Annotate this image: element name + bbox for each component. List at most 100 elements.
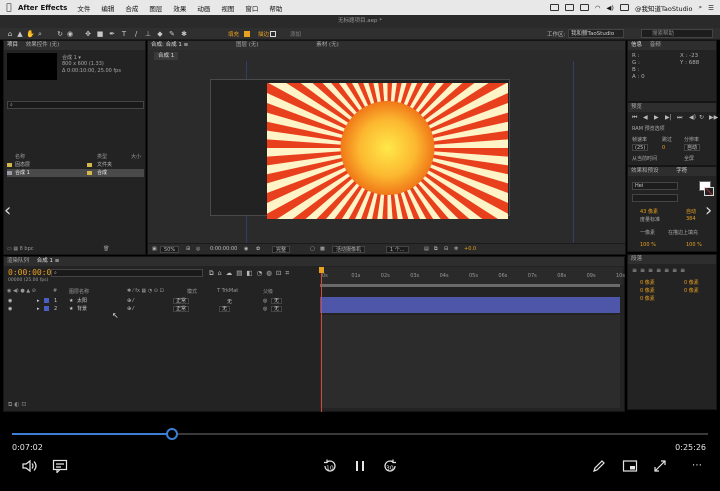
pickwhip-icon[interactable]: ◎ — [263, 305, 267, 313]
tab-footage[interactable]: 素材 (无) — [316, 41, 339, 50]
label-color[interactable] — [44, 306, 49, 311]
camera-dropdown[interactable]: 活动摄像机 — [332, 246, 366, 253]
tab-render-queue[interactable]: 渲染队列 — [7, 257, 29, 266]
fullscreen-checkbox[interactable]: 全屏 — [684, 155, 694, 162]
layer-duration-bar[interactable] — [320, 305, 620, 313]
indent-first[interactable]: 0 像素 — [684, 287, 699, 294]
font-dropdown[interactable]: Hei — [632, 182, 678, 190]
menu-composition[interactable]: 合成 — [125, 3, 138, 13]
search-help-input[interactable]: 搜索帮助 — [641, 29, 713, 38]
audio-icon[interactable]: ◀) — [689, 114, 696, 121]
bpc-label[interactable]: 8 bpc — [20, 246, 34, 252]
sunburst-image[interactable] — [267, 83, 508, 219]
menu-animation[interactable]: 动画 — [197, 3, 210, 13]
font-size[interactable]: 43 像素 — [640, 208, 658, 215]
rotate-tool-icon[interactable]: ↻ — [56, 30, 64, 38]
apple-menu-icon[interactable]:  — [0, 3, 18, 13]
home-icon[interactable]: ⌂ — [6, 30, 14, 38]
layer-name[interactable]: 背景 — [77, 305, 87, 313]
roto-tool-icon[interactable]: ✎ — [168, 30, 176, 38]
hand-tool-icon[interactable]: ✋ — [26, 30, 35, 38]
current-time[interactable]: 0:00:00:00 — [8, 268, 56, 277]
battery-icon[interactable] — [619, 4, 629, 11]
pause-icon[interactable] — [353, 459, 367, 473]
current-time-indicator[interactable] — [321, 269, 322, 412]
prev-frame-icon[interactable]: ◀ — [643, 114, 648, 121]
ram-preview-icon[interactable]: ▶▶ — [709, 114, 718, 121]
tab-composition[interactable]: 合成: 合成 1 ≡ — [151, 41, 188, 50]
flowchart-icon[interactable]: ⧉ — [434, 246, 438, 252]
timecode-display[interactable]: 0:00:00:00 — [210, 246, 237, 252]
list-item[interactable]: 固态层 文件夹 — [7, 161, 144, 169]
menu-file[interactable]: 文件 — [77, 3, 90, 13]
parent-dropdown[interactable]: 无 — [271, 298, 283, 304]
color-channel-icon[interactable]: ✿ — [256, 246, 260, 252]
menu-window[interactable]: 窗口 — [245, 3, 258, 13]
fast-preview-icon[interactable]: ✻ — [454, 246, 458, 252]
tab-layer[interactable]: 图层 (无) — [236, 41, 259, 50]
layer-search-input[interactable]: ⌕ — [51, 269, 203, 277]
expand-arrow-icon[interactable]: ▸ — [37, 297, 40, 305]
work-area-bar[interactable] — [320, 284, 620, 287]
col-size[interactable]: 大小 — [131, 153, 141, 160]
space-before[interactable]: 0 像素 — [640, 287, 655, 294]
skip-forward-icon[interactable]: 30 — [382, 459, 398, 473]
menu-view[interactable]: 视图 — [221, 3, 234, 13]
new-comp-icon[interactable]: ▦ — [13, 246, 18, 252]
transparency-grid-icon[interactable]: ▩ — [320, 246, 325, 252]
trash-icon[interactable]: 🗑 — [103, 246, 109, 252]
leading[interactable]: 自动 — [686, 208, 696, 215]
fill-label[interactable]: 填充 — [228, 30, 239, 38]
tracking[interactable]: 384 — [686, 216, 696, 222]
menu-effect[interactable]: 效果 — [173, 3, 186, 13]
volume-icon[interactable]: ◀) — [606, 4, 614, 12]
eraser-tool-icon[interactable]: ◆ — [156, 30, 164, 38]
pickwhip-icon[interactable]: ◎ — [263, 297, 267, 305]
label-swatch[interactable] — [87, 171, 92, 175]
fullscreen-icon[interactable] — [653, 459, 667, 473]
stroke-type[interactable]: 在描边上填充 — [668, 229, 698, 236]
picture-in-picture-icon[interactable] — [622, 459, 638, 473]
stroke-swatch[interactable] — [270, 31, 276, 37]
trkmat-dropdown[interactable]: 无 — [227, 298, 232, 305]
tab-effect-controls[interactable]: 效果控件 (无) — [26, 41, 60, 50]
visibility-icon[interactable]: ◉ — [8, 305, 12, 313]
col-type[interactable]: 类型 — [97, 153, 107, 160]
expand-arrow-icon[interactable]: ▸ — [37, 305, 40, 313]
space-after[interactable]: 0 像素 — [640, 295, 655, 302]
ram-options-label[interactable]: RAM 预览选项 — [632, 125, 665, 132]
camera-tool-icon[interactable]: ◉ — [66, 30, 74, 38]
shape-tool-icon[interactable]: ■ — [96, 30, 104, 38]
last-frame-icon[interactable]: ⏭ — [677, 114, 682, 122]
stroke-label[interactable]: 描边 — [258, 30, 269, 38]
parent-dropdown[interactable]: 无 — [271, 306, 283, 312]
progress-knob[interactable] — [165, 428, 178, 440]
new-folder-icon[interactable]: ▭ — [7, 246, 12, 252]
resolution-dropdown[interactable]: 完整 — [272, 246, 291, 253]
status-icon[interactable] — [549, 4, 559, 11]
frame-rate-dropdown[interactable]: (25) — [632, 144, 649, 151]
col-name[interactable]: 名称 — [15, 153, 25, 160]
pan-behind-tool-icon[interactable]: ✥ — [84, 30, 92, 38]
resolution-dropdown[interactable]: 自动 — [684, 144, 701, 151]
views-dropdown[interactable]: 1 个... — [386, 246, 409, 253]
search-icon[interactable]: ⌕ — [699, 3, 703, 12]
font-style-dropdown[interactable] — [632, 194, 678, 202]
kerning[interactable]: 度量标准 — [640, 216, 660, 223]
wifi-icon[interactable]: ◠ — [595, 4, 601, 12]
loop-icon[interactable]: ↻ — [699, 114, 704, 121]
mode-dropdown[interactable]: 正常 — [173, 298, 190, 304]
tab-project[interactable]: 项目 — [7, 41, 18, 50]
layer-row[interactable]: ◉ ▸ 1 ★ 太阳 ⊕ ⁄ 正常 ◎ 无 — [7, 297, 319, 305]
grid-icon[interactable]: ▣ — [152, 246, 157, 252]
list-item[interactable]: 合成 1 合成 — [7, 169, 144, 177]
stroke-width[interactable]: 一像素 — [640, 229, 655, 236]
menu-edit[interactable]: 编辑 — [101, 3, 114, 13]
mode-dropdown[interactable]: 正常 — [173, 306, 190, 312]
from-current-checkbox[interactable]: 从当前时间 — [632, 155, 657, 162]
layer-switches[interactable]: ⊕ ⁄ — [127, 305, 134, 313]
add-label[interactable]: 添加 — [290, 30, 301, 38]
tab-audio[interactable]: 音频 — [650, 41, 661, 50]
comp-breadcrumb[interactable]: 合成 1 — [154, 52, 179, 60]
puppet-tool-icon[interactable]: ✱ — [180, 30, 188, 38]
